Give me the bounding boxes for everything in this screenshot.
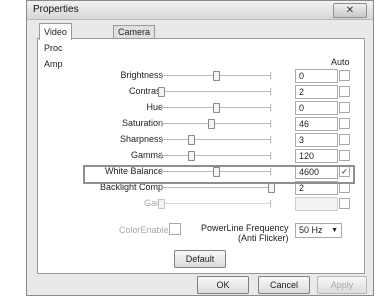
control-row-hue: Hue 0 [27, 101, 375, 115]
sharpness-auto-checkbox[interactable] [339, 134, 350, 145]
sharpness-value-field[interactable]: 3 [295, 133, 338, 147]
slider-max-tick [270, 136, 271, 143]
brightness-auto-checkbox[interactable] [339, 70, 350, 81]
slider-max-tick [270, 104, 271, 111]
control-row-contrast: Contrast 2 [27, 85, 375, 99]
chevron-down-icon: ▼ [331, 227, 338, 234]
hue-slider-thumb[interactable] [213, 103, 220, 113]
powerline-frequency-label: PowerLine Frequency (Anti Flicker) [201, 223, 289, 243]
gamma-auto-checkbox[interactable] [339, 150, 350, 161]
contrast-auto-checkbox[interactable] [339, 86, 350, 97]
close-icon: ✕ [345, 5, 355, 16]
slider-min-tick [161, 136, 162, 143]
gain-slider[interactable] [158, 199, 271, 209]
close-button[interactable]: ✕ [333, 3, 367, 18]
cancel-button[interactable]: Cancel [258, 276, 310, 294]
brightness-label: Brightness [120, 70, 163, 80]
white-balance-highlight [83, 165, 355, 184]
slider-max-tick [270, 120, 271, 127]
sharpness-slider-thumb[interactable] [187, 135, 195, 145]
contrast-slider-thumb[interactable] [158, 87, 165, 97]
brightness-slider-thumb[interactable] [213, 71, 220, 81]
backlight-comp-slider[interactable] [161, 183, 275, 193]
saturation-label: Saturation [121, 118, 163, 128]
brightness-slider[interactable] [161, 71, 271, 81]
auto-column-header: Auto [331, 57, 350, 67]
saturation-auto-checkbox[interactable] [339, 118, 350, 129]
gamma-label: Gamma [130, 150, 163, 160]
gain-auto-checkbox[interactable] [339, 198, 350, 209]
window-title: Properties [33, 4, 79, 15]
backlight-comp-slider-thumb[interactable] [268, 183, 275, 193]
control-row-sharpness: Sharpness 3 [27, 133, 375, 147]
saturation-value-field[interactable]: 46 [295, 117, 338, 131]
slider-max-tick [270, 88, 271, 95]
control-row-gain: Gain [27, 197, 375, 211]
powerline-frequency-select[interactable]: 50 Hz ▼ [295, 223, 342, 238]
gamma-slider-thumb[interactable] [187, 151, 195, 161]
contrast-value-field[interactable]: 2 [295, 85, 338, 99]
slider-min-tick [161, 120, 162, 127]
brightness-value-field[interactable]: 0 [295, 69, 338, 83]
hue-value-field[interactable]: 0 [295, 101, 338, 115]
tab-video-proc-amp[interactable]: Video Proc Amp [39, 23, 72, 69]
slider-min-tick [161, 152, 162, 159]
gamma-slider[interactable] [161, 151, 271, 161]
slider-min-tick [161, 72, 162, 79]
gamma-value-field[interactable]: 120 [295, 149, 338, 163]
hue-slider[interactable] [161, 103, 271, 113]
powerline-frequency-value: 50 Hz [299, 225, 323, 235]
default-button[interactable]: Default [174, 250, 226, 268]
tab-camera-control[interactable]: Camera Control [113, 25, 156, 50]
powerline-label-line1: PowerLine Frequency [201, 223, 289, 233]
title-bar[interactable]: Properties ✕ [27, 1, 373, 20]
hue-auto-checkbox[interactable] [339, 102, 350, 113]
slider-max-tick [270, 200, 271, 207]
color-enable-checkbox[interactable] [169, 223, 181, 235]
ok-button[interactable]: OK [197, 276, 249, 294]
slider-min-tick [161, 184, 162, 191]
control-row-gamma: Gamma 120 [27, 149, 375, 163]
apply-button[interactable]: Apply [317, 276, 367, 294]
properties-dialog: Properties ✕ Video Proc Amp Camera Contr… [26, 0, 374, 296]
slider-max-tick [270, 72, 271, 79]
sharpness-label: Sharpness [119, 134, 163, 144]
contrast-slider[interactable] [158, 87, 271, 97]
gain-value-field [295, 197, 338, 211]
gain-slider-thumb[interactable] [158, 199, 165, 209]
control-row-saturation: Saturation 46 [27, 117, 375, 131]
control-row-brightness: Brightness 0 [27, 69, 375, 83]
color-enable-label: ColorEnable [119, 225, 169, 235]
slider-min-tick [161, 104, 162, 111]
saturation-slider[interactable] [161, 119, 271, 129]
saturation-slider-thumb[interactable] [207, 119, 215, 129]
powerline-label-line2: (Anti Flicker) [238, 233, 289, 243]
slider-max-tick [270, 152, 271, 159]
sharpness-slider[interactable] [161, 135, 271, 145]
